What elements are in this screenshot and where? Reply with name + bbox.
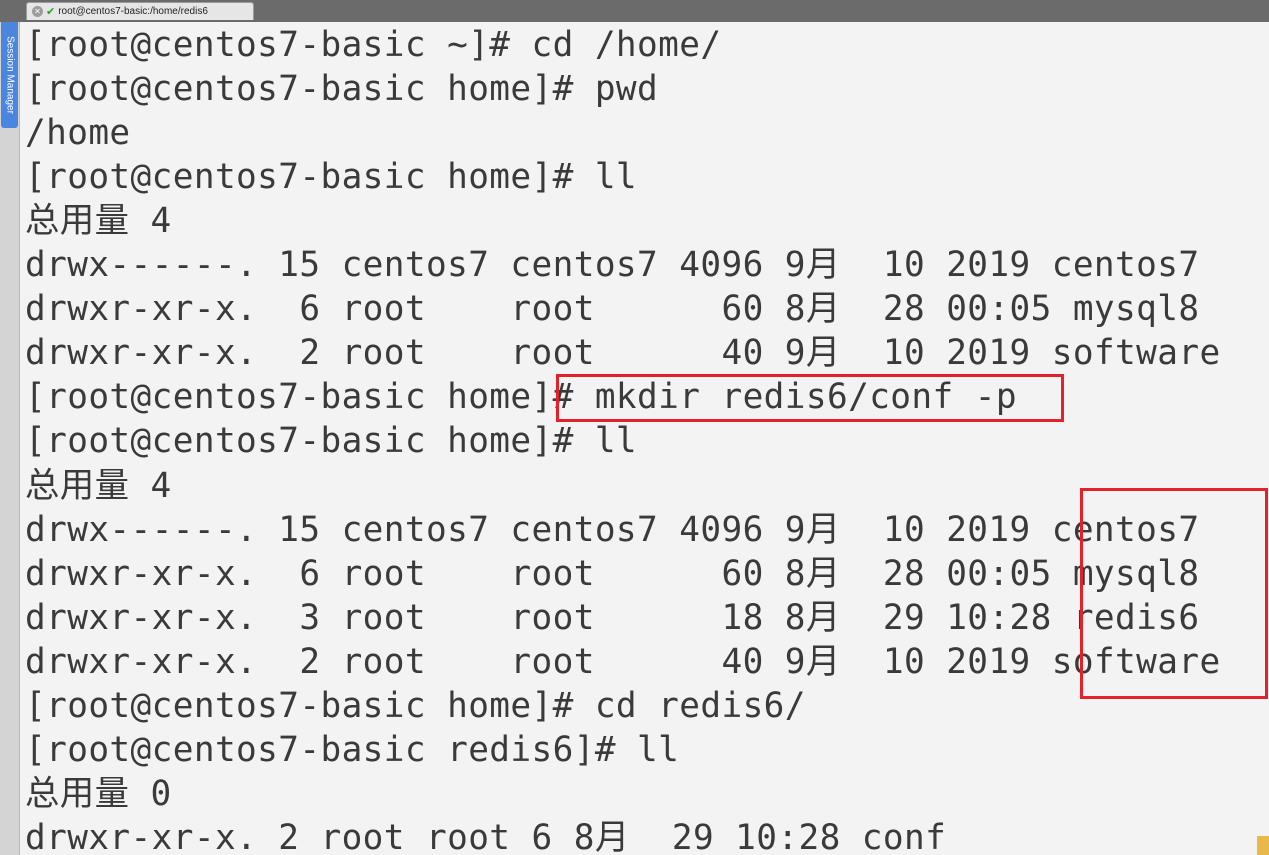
- terminal-line: [root@centos7-basic home]# pwd: [25, 69, 659, 109]
- directory-names-highlight: [1080, 488, 1268, 699]
- terminal-line: [root@centos7-basic ~]# cd /home/: [25, 25, 722, 65]
- terminal-line: 总用量 4: [25, 466, 172, 506]
- mkdir-command-highlight: [556, 374, 1064, 422]
- terminal-line: drwxr-xr-x. 2 root root 40 9月 10 2019 so…: [25, 642, 1221, 682]
- session-manager-sidebar: Session Manager: [0, 22, 20, 855]
- session-tab[interactable]: ✕ ✔ root@centos7-basic:/home/redis6: [26, 2, 254, 20]
- terminal-line: drwxr-xr-x. 2 root root 40 9月 10 2019 so…: [25, 333, 1221, 373]
- close-icon[interactable]: ✕: [32, 6, 43, 17]
- terminal-line: 总用量 4: [25, 201, 172, 241]
- terminal-line: drwx------. 15 centos7 centos7 4096 9月 1…: [25, 510, 1200, 550]
- terminal-line: 总用量 0: [25, 774, 172, 814]
- checkmark-icon: ✔: [46, 5, 56, 18]
- terminal-line: [root@centos7-basic home]# cd redis6/: [25, 686, 806, 726]
- terminal-line: [root@centos7-basic home]# ll: [25, 421, 638, 461]
- terminal-line: drwxr-xr-x. 2 root root 6 8月 29 10:28 co…: [25, 818, 947, 855]
- corner-indicator: [1257, 836, 1269, 855]
- tab-bar: ✕ ✔ root@centos7-basic:/home/redis6: [0, 0, 1269, 22]
- terminal-line: [root@centos7-basic home]# ll: [25, 157, 638, 197]
- terminal-output[interactable]: [root@centos7-basic ~]# cd /home/ [root@…: [20, 22, 1269, 855]
- session-manager-button[interactable]: Session Manager: [1, 22, 18, 128]
- terminal-line: drwxr-xr-x. 6 root root 60 8月 28 00:05 m…: [25, 289, 1200, 329]
- terminal-line: drwx------. 15 centos7 centos7 4096 9月 1…: [25, 245, 1200, 285]
- tab-title: root@centos7-basic:/home/redis6: [58, 6, 208, 17]
- terminal-line: drwxr-xr-x. 6 root root 60 8月 28 00:05 m…: [25, 554, 1200, 594]
- terminal-line: drwxr-xr-x. 3 root root 18 8月 29 10:28 r…: [25, 598, 1200, 638]
- terminal-line: /home: [25, 113, 131, 153]
- session-manager-label: Session Manager: [4, 36, 15, 114]
- terminal-line: [root@centos7-basic redis6]# ll: [25, 730, 680, 770]
